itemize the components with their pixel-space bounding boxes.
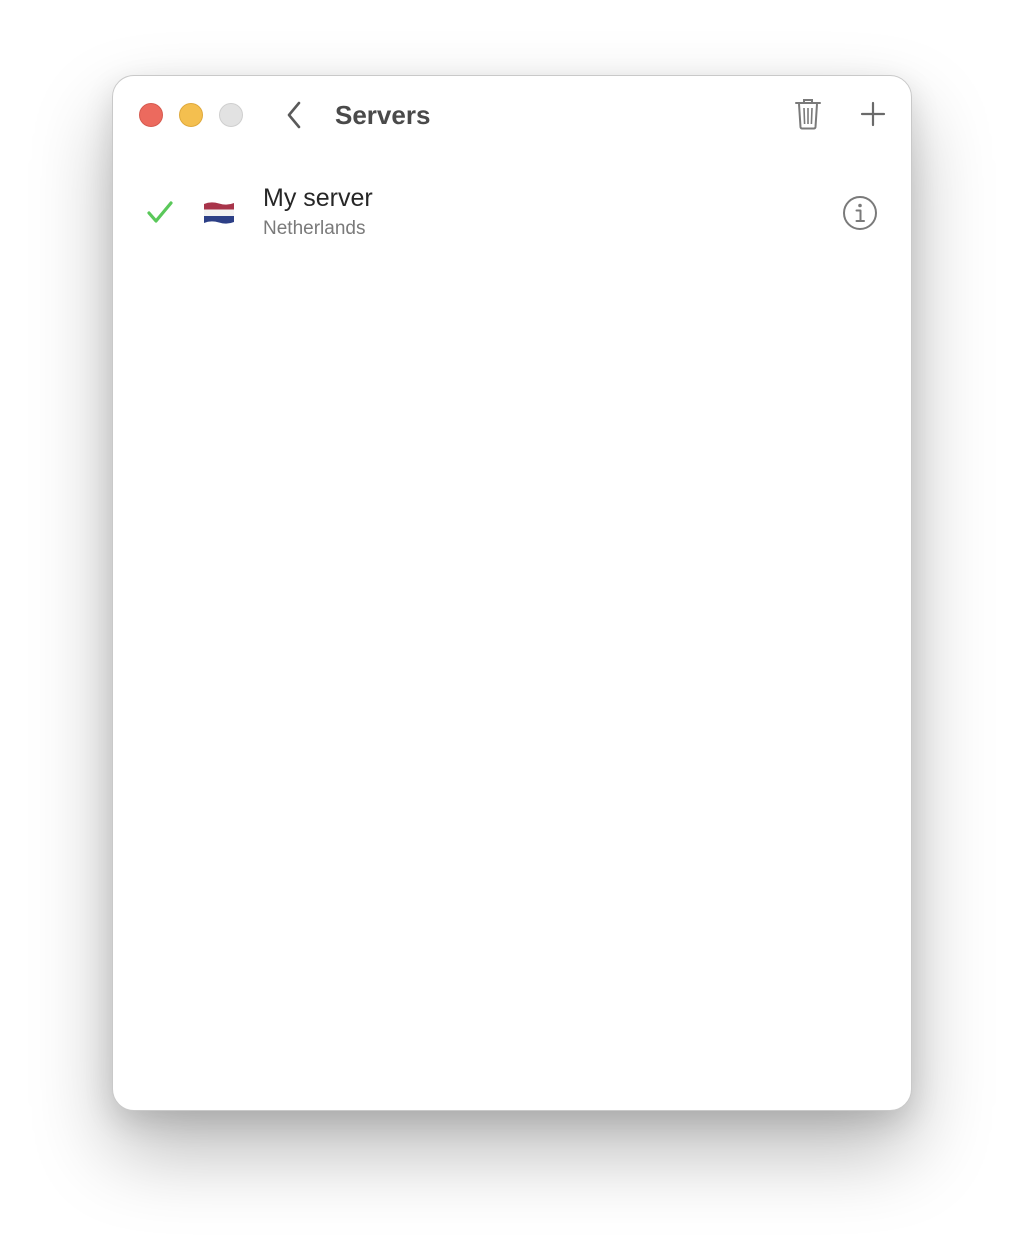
servers-window: Servers My server Netherlands [112,75,912,1111]
window-zoom-button[interactable] [219,103,243,127]
chevron-left-icon [287,101,301,129]
info-icon [843,196,877,230]
server-info-button[interactable] [841,194,879,232]
delete-server-button[interactable] [791,94,825,134]
netherlands-flag-icon [204,202,234,224]
back-button[interactable] [281,98,307,132]
window-close-button[interactable] [139,103,163,127]
server-list-item[interactable]: My server Netherlands [113,178,911,250]
trash-icon [795,99,821,130]
server-name: My server [263,184,373,212]
window-minimize-button[interactable] [179,103,203,127]
add-server-button[interactable] [856,94,890,134]
checkmark-icon [147,201,173,223]
plus-icon [860,101,886,127]
server-location: Netherlands [263,218,366,239]
page-title: Servers [335,100,431,130]
